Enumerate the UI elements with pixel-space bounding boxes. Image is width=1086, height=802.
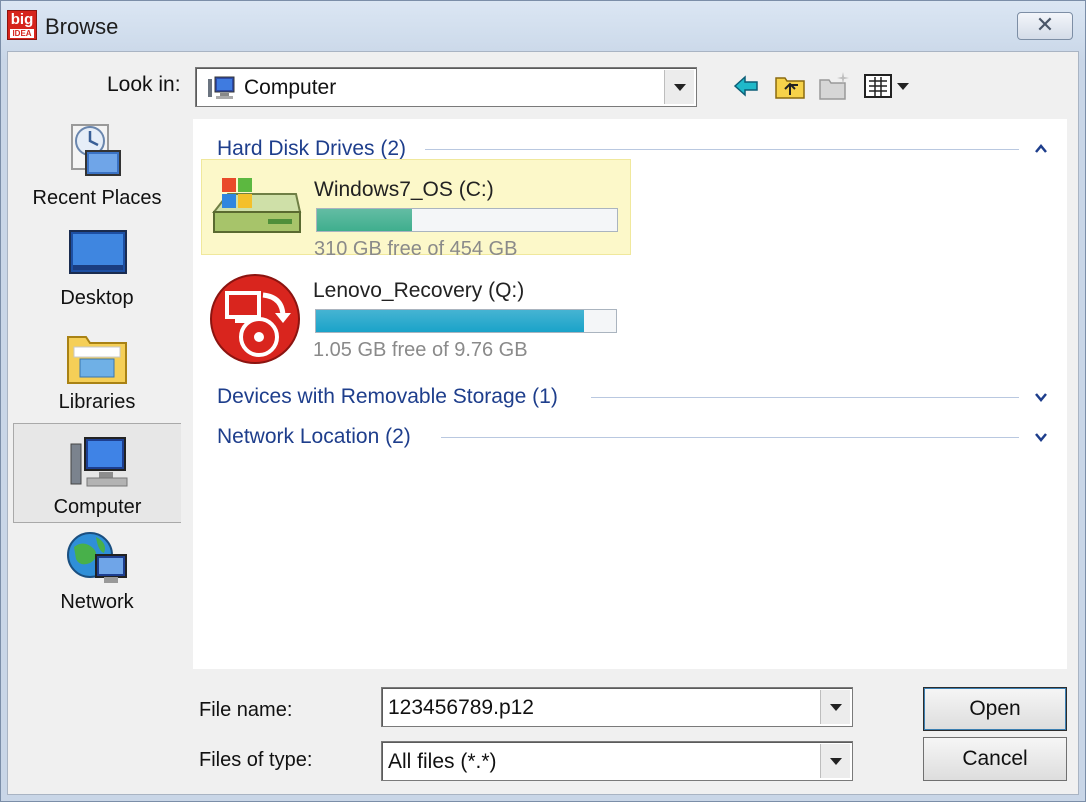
desktop-icon <box>69 230 127 274</box>
close-button[interactable]: ✕ <box>1017 12 1073 40</box>
computer-icon <box>70 437 127 487</box>
libraries-icon <box>67 336 127 384</box>
look-in-label: Look in: <box>107 73 181 96</box>
drive-usage-fill <box>316 310 584 332</box>
look-in-value: Computer <box>244 76 337 99</box>
cancel-button[interactable]: Cancel <box>923 737 1067 781</box>
recent-places-icon <box>71 124 121 176</box>
places-bar: Recent Places Desktop Libraries Computer… <box>13 117 183 677</box>
place-label: Network <box>60 591 134 613</box>
place-desktop[interactable]: Desktop <box>13 227 181 325</box>
group-divider <box>591 397 1019 398</box>
recovery-drive-icon <box>210 274 300 364</box>
browse-dialog-window: big IDEA Browse ✕ Look in: Computer Rece… <box>0 0 1086 802</box>
back-arrow-icon[interactable] <box>729 69 763 103</box>
app-logo-text: big <box>10 11 34 28</box>
drive-name: Windows7_OS (C:) <box>314 178 494 201</box>
app-logo-icon: big IDEA <box>7 10 37 40</box>
look-in-dropdown[interactable]: Computer <box>195 67 697 107</box>
view-menu-icon[interactable] <box>863 69 915 103</box>
title-bar[interactable]: big IDEA Browse ✕ <box>1 1 1085 51</box>
open-button[interactable]: Open <box>923 687 1067 731</box>
group-header-removable-storage[interactable]: Devices with Removable Storage (1) <box>217 385 558 409</box>
drive-free-space: 310 GB free of 454 GB <box>314 238 518 260</box>
app-logo-subtext: IDEA <box>10 29 34 38</box>
up-folder-icon[interactable] <box>773 69 807 103</box>
place-label: Computer <box>53 496 142 518</box>
group-divider <box>441 437 1019 438</box>
look-in-dropdown-arrow[interactable] <box>664 70 694 104</box>
windows-drive-icon <box>211 178 302 233</box>
place-label: Recent Places <box>32 187 162 209</box>
chevron-up-icon[interactable] <box>1033 141 1049 157</box>
file-name-input[interactable]: 123456789.p12 <box>381 687 853 727</box>
drive-item-lenovo-recovery[interactable]: Lenovo_Recovery (Q:) 1.05 GB free of 9.7… <box>201 261 631 364</box>
window-title: Browse <box>45 14 119 39</box>
group-divider <box>425 149 1019 150</box>
file-name-label: File name: <box>199 699 293 721</box>
place-network[interactable]: Network <box>13 527 181 625</box>
computer-icon <box>208 76 235 99</box>
file-type-select[interactable]: All files (*.*) <box>381 741 853 781</box>
file-type-dropdown-arrow[interactable] <box>820 744 850 778</box>
drive-name: Lenovo_Recovery (Q:) <box>313 279 525 302</box>
file-type-label: Files of type: <box>199 749 313 771</box>
chevron-down-icon[interactable] <box>1033 389 1049 405</box>
new-folder-icon[interactable] <box>817 69 851 103</box>
group-header-hard-disk-drives[interactable]: Hard Disk Drives (2) <box>217 137 406 161</box>
drive-usage-fill <box>317 209 412 231</box>
place-label: Desktop <box>60 287 134 309</box>
network-icon <box>67 532 127 583</box>
drive-usage-bar <box>316 208 618 232</box>
file-list-view[interactable]: Hard Disk Drives (2) Windows7_OS (C:) 31… <box>193 119 1067 669</box>
file-type-value: All files (*.*) <box>388 750 497 773</box>
place-label: Libraries <box>58 391 136 413</box>
close-icon: ✕ <box>1035 12 1055 37</box>
drive-free-space: 1.05 GB free of 9.76 GB <box>313 339 528 361</box>
drive-item-windows7-os[interactable]: Windows7_OS (C:) 310 GB free of 454 GB <box>201 159 631 260</box>
place-libraries[interactable]: Libraries <box>13 327 181 425</box>
file-name-dropdown-arrow[interactable] <box>820 690 850 724</box>
drive-usage-bar <box>315 309 617 333</box>
place-recent-places[interactable]: Recent Places <box>13 117 181 215</box>
place-computer[interactable]: Computer <box>13 423 181 523</box>
group-header-network-location[interactable]: Network Location (2) <box>217 425 411 449</box>
chevron-down-icon[interactable] <box>1033 429 1049 445</box>
file-name-value: 123456789.p12 <box>388 696 534 719</box>
